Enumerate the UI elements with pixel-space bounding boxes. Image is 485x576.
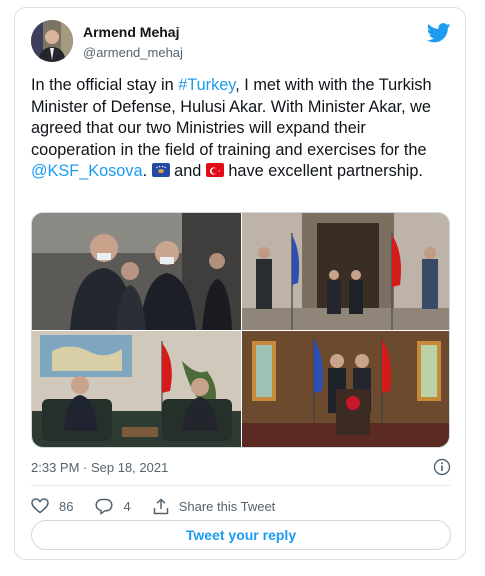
share-icon [153, 497, 168, 514]
share-button[interactable]: Share this Tweet [153, 497, 276, 515]
share-label: Share this Tweet [178, 498, 276, 514]
reply-action-button[interactable]: 4 [95, 498, 131, 515]
tweet-your-reply-button[interactable]: Tweet your reply [31, 520, 451, 550]
honor-guard-flags-photo[interactable] [242, 213, 449, 330]
press-podium-photo[interactable] [242, 331, 449, 447]
user-handle[interactable]: @armend_mehaj [83, 45, 183, 60]
info-icon[interactable] [433, 458, 451, 476]
meeting-handshake-photo[interactable] [32, 213, 241, 330]
reply-count: 4 [123, 498, 131, 514]
tweet-text-segment: . [142, 162, 152, 180]
tweet-text-segment: have excellent partnership. [223, 162, 423, 180]
tweet-text-segment: In the official stay in [31, 76, 179, 94]
divider [31, 485, 451, 486]
office-meeting-photo[interactable] [32, 331, 241, 447]
tweet-text: In the official stay in #Turkey, I met w… [31, 75, 451, 183]
tweet-card: Armend Mehaj @armend_mehaj In the offici… [14, 7, 466, 560]
tweet-timestamp[interactable]: 2:33 PM · Sep 18, 2021 [31, 460, 168, 475]
display-name[interactable]: Armend Mehaj [83, 24, 179, 40]
hashtag-link[interactable]: #Turkey [178, 76, 235, 94]
mention-link[interactable]: @KSF_Kosova [31, 162, 143, 180]
twitter-bird-icon[interactable] [427, 22, 451, 44]
kosovo-flag-icon [151, 163, 170, 177]
turkey-flag-icon [205, 163, 224, 177]
tweet-text-segment: and [169, 162, 206, 180]
media-grid[interactable] [31, 212, 450, 448]
reply-bubble-icon [95, 498, 114, 515]
like-button[interactable]: 86 [31, 498, 73, 514]
like-count: 86 [59, 498, 74, 514]
heart-icon [31, 498, 49, 514]
tweet-actions: 86 4 Share this Tweet [31, 495, 297, 517]
avatar[interactable] [31, 20, 73, 62]
